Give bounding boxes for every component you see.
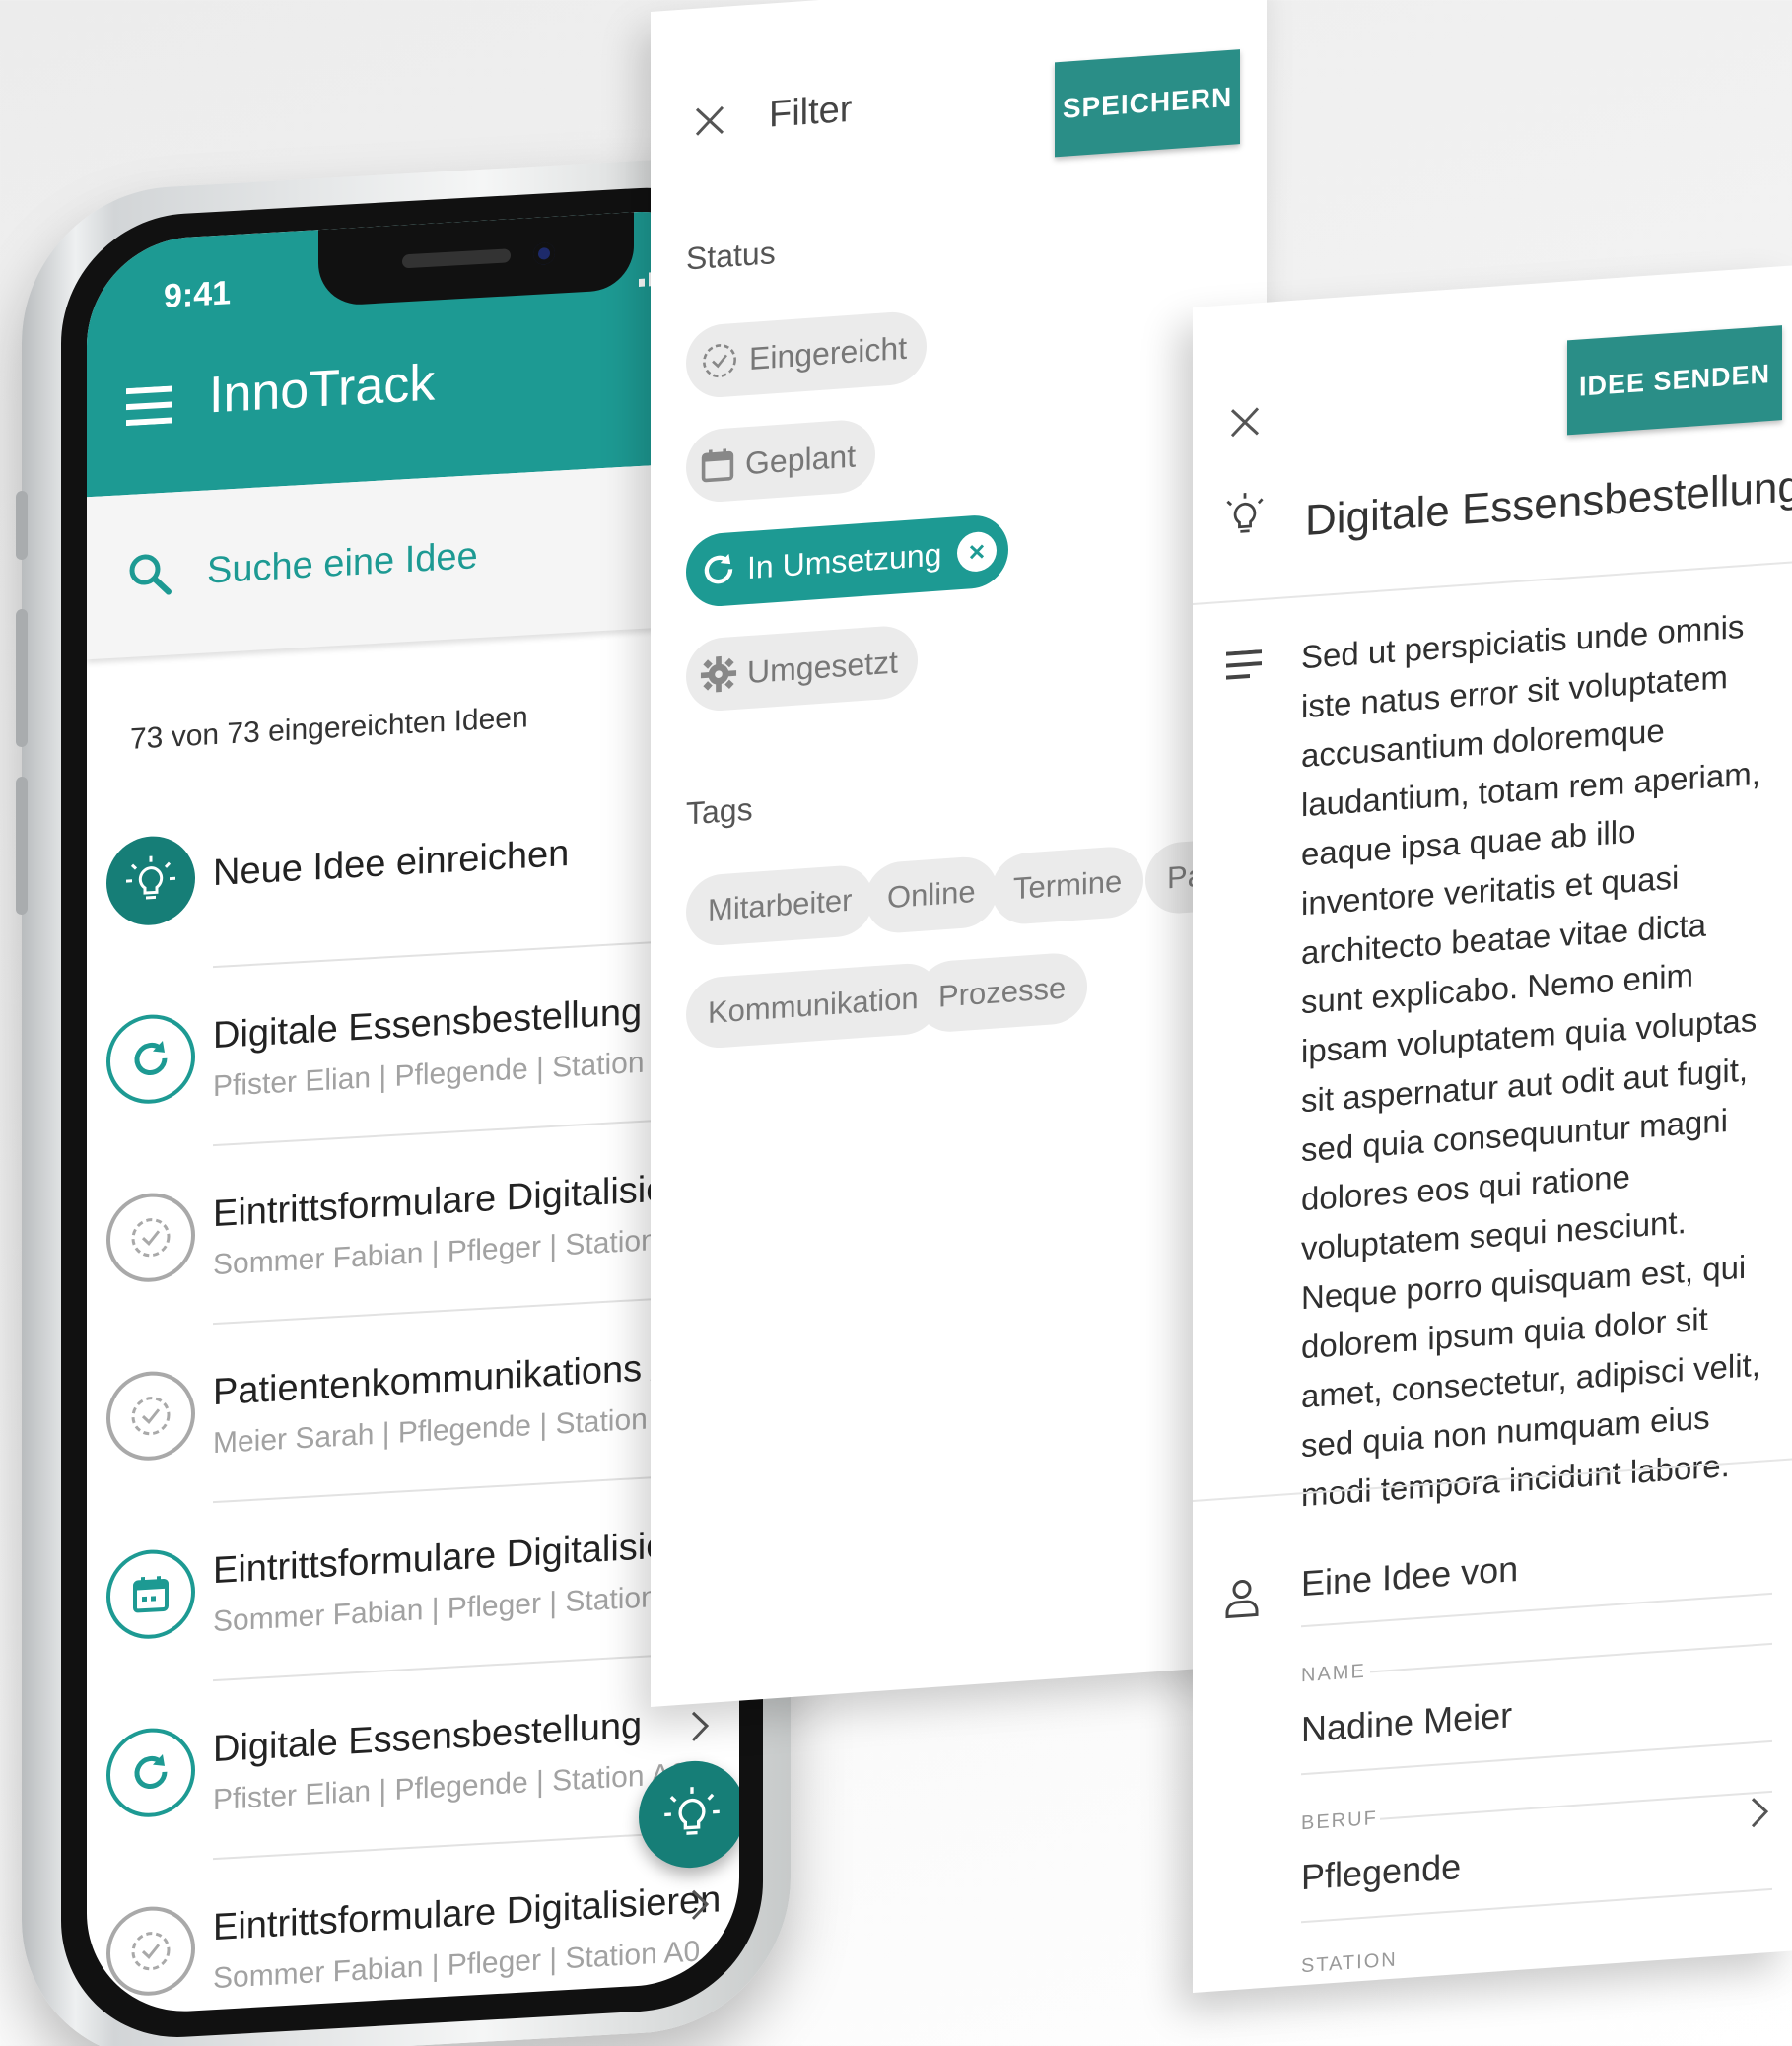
submitted-icon: [106, 1904, 195, 1999]
lightbulb-icon: [106, 834, 195, 928]
idea-count: 73 von 73 eingereichten Ideen: [130, 701, 528, 756]
filter-title: Filter: [769, 88, 853, 136]
filter-panel: Filter SPEICHERN Status Eingereicht Gepl…: [651, 0, 1267, 1707]
in-progress-icon: [704, 553, 733, 584]
chevron-right-icon[interactable]: [1750, 1795, 1769, 1829]
lightbulb-icon: [1220, 488, 1270, 544]
tag-chip[interactable]: Mitarbeiter: [686, 863, 874, 948]
status-time: 9:41: [164, 274, 232, 315]
tag-chip[interactable]: Termine: [992, 845, 1144, 926]
chip-label: In Umsetzung: [747, 535, 942, 585]
idea-row[interactable]: Digitale Essensbestellung Pfister Elian …: [87, 936, 739, 1151]
idea-detail-panel: IDEE SENDEN Digitale Essensbestellung Se…: [1193, 265, 1792, 1993]
idea-row[interactable]: Eintrittsformulare Digitalisieren Sommer…: [87, 1115, 739, 1330]
tag-chip[interactable]: Kommunikation: [686, 961, 940, 1051]
phone-screen: 9:41 InnoTrack Suche eine Idee 73 von 73…: [87, 206, 739, 2017]
search-input[interactable]: [207, 518, 641, 599]
detail-divider: [1193, 561, 1792, 605]
submitted-icon: [703, 344, 736, 378]
idea-row[interactable]: Eintrittsformulare Digitalisieren Sommer…: [87, 1471, 739, 1686]
chevron-right-icon: [690, 1887, 710, 1922]
app-title: InnoTrack: [209, 354, 436, 425]
phone-volume-down: [16, 776, 28, 916]
gear-icon: [700, 655, 737, 693]
submitted-icon: [106, 1191, 195, 1285]
send-idea-button[interactable]: IDEE SENDEN: [1567, 325, 1782, 436]
remove-chip-icon[interactable]: [957, 530, 998, 574]
submitted-icon: [106, 1369, 195, 1464]
station-label: STATION: [1301, 1948, 1398, 1978]
tags-heading: Tags: [686, 790, 753, 832]
person-icon: [1224, 1577, 1260, 1619]
status-chip-in-umsetzung[interactable]: In Umsetzung: [686, 512, 1009, 609]
save-button[interactable]: SPEICHERN: [1055, 49, 1240, 158]
calendar-icon: [106, 1547, 195, 1642]
idea-description: Sed ut perspiciatis unde omnis iste natu…: [1301, 607, 1760, 1514]
tag-chip[interactable]: Online: [865, 854, 998, 935]
description-icon: [1226, 649, 1262, 682]
chevron-right-icon: [690, 1709, 710, 1743]
idea-detail-title: Digitale Essensbestellung: [1305, 461, 1792, 546]
name-label: NAME: [1301, 1660, 1366, 1687]
status-chip-eingereicht[interactable]: Eingereicht: [686, 309, 928, 400]
in-progress-icon: [106, 1726, 195, 1820]
beruf-value[interactable]: Pflegende: [1301, 1846, 1461, 1898]
idea-title: Digitale Essensbestellung: [213, 1704, 643, 1771]
idea-title: Digitale Essensbestellung: [213, 990, 643, 1057]
author-heading: Eine Idee von: [1301, 1547, 1519, 1604]
phone-mute-switch: [16, 490, 28, 561]
new-idea-label: Neue Idee einreichen: [213, 832, 570, 895]
idea-row[interactable]: Patientenkommunikations App Meier Sarah …: [87, 1293, 739, 1508]
menu-icon[interactable]: [126, 385, 172, 427]
tag-chip[interactable]: Prozesse: [917, 951, 1088, 1035]
phone-volume-up: [16, 608, 28, 748]
close-icon[interactable]: [1230, 406, 1260, 438]
field-divider: [1370, 1642, 1772, 1673]
front-camera: [533, 241, 555, 265]
name-value[interactable]: Nadine Meier: [1301, 1694, 1512, 1750]
field-divider: [1380, 1790, 1772, 1820]
in-progress-icon: [106, 1012, 195, 1107]
lightbulb-icon: [664, 1787, 720, 1835]
status-chip-umgesetzt[interactable]: Umgesetzt: [686, 624, 918, 714]
beruf-label: BERUF: [1301, 1807, 1378, 1835]
new-idea-item[interactable]: Neue Idee einreichen: [87, 758, 739, 973]
speaker-grille: [402, 248, 511, 269]
chip-label: Geplant: [745, 437, 857, 481]
calendar-icon: [701, 448, 734, 483]
search-icon[interactable]: [128, 552, 172, 597]
status-chip-geplant[interactable]: Geplant: [686, 418, 876, 505]
chip-label: Umgesetzt: [747, 643, 898, 690]
status-heading: Status: [686, 235, 776, 277]
close-icon[interactable]: [695, 105, 724, 137]
chip-label: Eingereicht: [749, 329, 908, 376]
